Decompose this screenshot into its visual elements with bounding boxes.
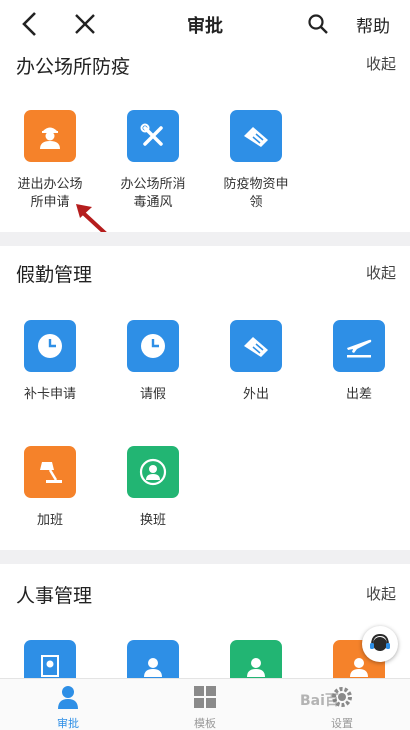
user-swap-icon xyxy=(230,640,282,678)
app-go-out[interactable]: 外出 xyxy=(206,320,306,404)
app-label: 加班 xyxy=(36,513,63,528)
handshake-icon xyxy=(230,320,282,372)
bottom-tab-bar: 审批 模板 设置 xyxy=(0,678,410,730)
section-title: 假勤管理 xyxy=(16,264,93,286)
app-label: 请假 xyxy=(139,387,166,402)
app-label: 出差 xyxy=(345,387,372,402)
app-office-disinfection[interactable]: 办公场所消 毒通风 xyxy=(103,110,203,212)
top-bar: 审批 帮助 xyxy=(0,0,410,48)
app-label: 办公场所消 毒通风 xyxy=(120,177,186,210)
app-overtime[interactable]: 加班 xyxy=(0,446,100,530)
section-title: 办公场所防疫 xyxy=(16,56,131,78)
app-clock-in-correction[interactable]: 补卡申请 xyxy=(0,320,100,404)
section-office-epidemic: 办公场所防疫 收起 进出办公场 所申请 办公场所消 毒通风 防疫物资申 领 xyxy=(0,48,410,236)
app-hr-onboard[interactable] xyxy=(103,640,203,678)
approval-user-icon xyxy=(58,686,78,709)
app-epidemic-supplies[interactable]: 防疫物资申 领 xyxy=(206,110,306,212)
clock-icon xyxy=(127,320,179,372)
user-card-icon xyxy=(24,640,76,678)
tab-templates[interactable]: 模板 xyxy=(165,685,245,730)
app-leave[interactable]: 请假 xyxy=(103,320,203,404)
tab-label: 审批 xyxy=(57,717,79,730)
collapse-button[interactable]: 收起 xyxy=(366,583,396,604)
page-title: 审批 xyxy=(187,16,223,37)
app-hr-profile[interactable] xyxy=(0,640,100,678)
user-check-icon xyxy=(127,640,179,678)
section-hr: 人事管理 收起 xyxy=(0,564,410,678)
tab-label: 模板 xyxy=(194,717,216,730)
clock-icon xyxy=(24,320,76,372)
app-hr-transfer[interactable] xyxy=(206,640,306,678)
tab-approval[interactable]: 审批 xyxy=(28,685,108,730)
swap-user-icon xyxy=(127,446,179,498)
collapse-button[interactable]: 收起 xyxy=(366,262,396,283)
app-business-trip[interactable]: 出差 xyxy=(309,320,409,404)
worker-icon xyxy=(24,110,76,162)
app-label: 外出 xyxy=(242,387,269,402)
watermark-text: Bai百 xyxy=(300,693,339,709)
section-title: 人事管理 xyxy=(16,585,93,607)
headset-icon xyxy=(370,633,390,651)
app-shift-swap[interactable]: 换班 xyxy=(103,446,203,530)
airplane-icon xyxy=(333,320,385,372)
grid-icon xyxy=(194,686,216,708)
desk-lamp-icon xyxy=(24,446,76,498)
tools-icon xyxy=(127,110,179,162)
collapse-button[interactable]: 收起 xyxy=(366,53,396,74)
section-divider xyxy=(0,232,410,246)
app-office-access-request[interactable]: 进出办公场 所申请 xyxy=(0,110,100,212)
section-attendance: 假勤管理 收起 补卡申请 请假 外出 出差 加班 换班 xyxy=(0,246,410,550)
app-label: 防疫物资申 领 xyxy=(223,177,289,210)
tab-label: 设置 xyxy=(331,717,353,730)
handshake-icon xyxy=(230,110,282,162)
app-label: 补卡申请 xyxy=(23,387,76,402)
customer-service-button[interactable] xyxy=(362,626,398,662)
search-icon[interactable] xyxy=(306,12,330,36)
help-button[interactable]: 帮助 xyxy=(356,12,390,37)
app-label: 换班 xyxy=(139,513,166,528)
section-divider xyxy=(0,550,410,564)
